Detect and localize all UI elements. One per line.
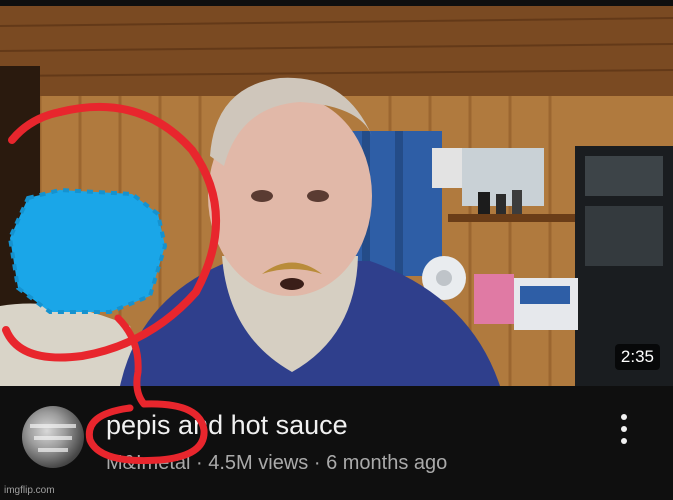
channel-name[interactable]: M&Imetal (106, 452, 190, 474)
more-options-icon[interactable] (612, 412, 636, 446)
video-thumbnail[interactable]: 2:35 (0, 6, 673, 386)
video-title[interactable]: pepis and hot sauce (106, 410, 348, 441)
channel-avatar[interactable] (22, 406, 84, 468)
meta-separator: · (190, 452, 209, 474)
meta-separator: · (308, 452, 327, 474)
upload-age: 6 months ago (326, 452, 448, 474)
video-meta: M&Imetal · 4.5M views · 6 months ago (106, 452, 447, 475)
video-duration: 2:35 (614, 344, 660, 370)
video-details: pepis and hot sauce M&Imetal · 4.5M view… (0, 386, 673, 500)
bottom-nav-bar (0, 490, 673, 500)
view-count: 4.5M views (208, 452, 309, 474)
thumbnail-scene (0, 6, 673, 386)
